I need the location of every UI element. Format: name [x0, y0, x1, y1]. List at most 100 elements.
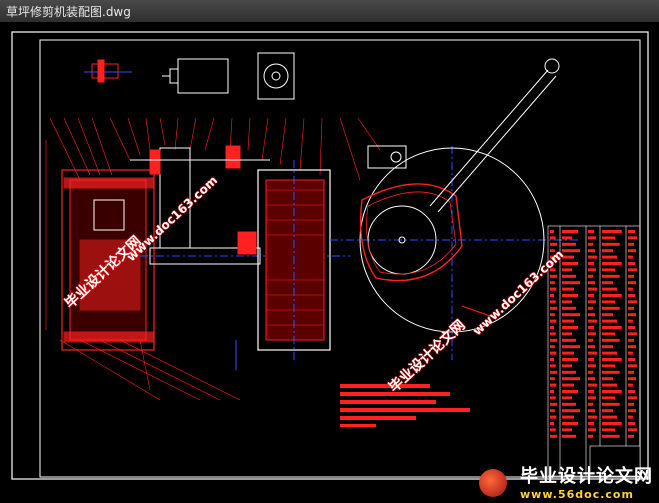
parts-list-cell-mark: [588, 364, 596, 368]
parts-list-cell-mark: [550, 383, 557, 387]
parts-list-cell-mark: [562, 351, 574, 355]
parts-list-cell-mark: [602, 364, 616, 368]
parts-list-cell-mark: [562, 383, 574, 387]
parts-list-cell-mark: [628, 422, 635, 425]
parts-list-cell-mark: [550, 428, 556, 432]
parts-list-cell-mark: [588, 351, 597, 355]
parts-list-cell-mark: [550, 338, 558, 342]
parts-list-cell-mark: [550, 332, 556, 336]
parts-list-cell-mark: [628, 390, 635, 393]
parts-list-cell-mark: [562, 422, 578, 425]
parts-list-cell-mark: [588, 294, 594, 297]
parts-list-cell-mark: [562, 281, 580, 285]
parts-list-cell-mark: [562, 242, 576, 246]
parts-list-cell-mark: [562, 274, 576, 278]
parts-list-cell-mark: [562, 287, 574, 291]
parts-list-cell-mark: [550, 287, 557, 291]
parts-list-cell-mark: [562, 390, 578, 393]
parts-list-cell-mark: [550, 281, 555, 285]
parts-list-cell-mark: [550, 345, 555, 349]
parts-list-cell-mark: [562, 319, 574, 323]
parts-list-cell-mark: [602, 326, 622, 329]
parts-list-cell-mark: [602, 319, 618, 323]
parts-list-cell-mark: [628, 287, 633, 291]
window-title: 草坪修剪机装配图.dwg: [6, 5, 131, 19]
parts-list-cell-mark: [628, 236, 637, 240]
parts-list-cell-mark: [628, 242, 634, 246]
parts-list-cell-mark: [602, 306, 620, 310]
parts-list-cell-mark: [588, 396, 596, 400]
parts-list-cell-mark: [550, 415, 557, 419]
parts-list-cell-mark: [628, 230, 635, 233]
parts-list-cell-mark: [588, 262, 594, 265]
parts-list-cell-mark: [550, 319, 557, 323]
parts-list-cell-mark: [550, 313, 555, 317]
parts-list-cell-mark: [588, 287, 597, 291]
parts-list-cell-mark: [602, 358, 622, 361]
parts-list-cell-mark: [602, 390, 622, 393]
parts-list-cell-mark: [628, 262, 635, 265]
parts-list-cell-mark: [550, 370, 558, 374]
parts-list-cell-mark: [562, 300, 572, 304]
parts-list-cell-mark: [588, 281, 595, 285]
parts-list-cell-mark: [602, 287, 618, 291]
parts-list-cell-mark: [550, 434, 558, 438]
parts-list-cell-mark: [588, 249, 595, 253]
parts-list-cell-mark: [562, 236, 572, 240]
parts-list-cell-mark: [628, 383, 633, 387]
parts-list-cell-mark: [588, 313, 595, 317]
parts-list-cell-mark: [550, 242, 558, 246]
parts-list-cell-mark: [550, 236, 556, 240]
parts-list-cell-mark: [602, 338, 620, 342]
parts-list-cell-mark: [628, 409, 636, 413]
parts-list-cell-mark: [602, 377, 613, 381]
parts-list-cell-mark: [588, 415, 597, 419]
parts-list-cell-mark: [602, 345, 613, 349]
parts-list-cell-mark: [562, 415, 574, 419]
parts-list-cell-mark: [628, 306, 634, 310]
parts-list-cell-mark: [588, 422, 594, 425]
parts-list-cell-mark: [602, 428, 616, 432]
parts-list-cell-mark: [588, 383, 597, 387]
motor-detail-sketch: [162, 52, 295, 100]
parts-list-cell-mark: [628, 396, 637, 400]
parts-list-cell-mark: [588, 236, 596, 240]
parts-list-cell-mark: [602, 332, 616, 336]
parts-list-cell-mark: [628, 326, 635, 329]
drawing-canvas[interactable]: 毕业设计论文网 www.doc163.com 毕业设计论文网 www.doc16…: [0, 22, 659, 503]
parts-list-cell-mark: [550, 364, 556, 368]
parts-list-cell-mark: [550, 306, 558, 310]
parts-list-cell-mark: [550, 294, 554, 297]
parts-list-cell-mark: [588, 326, 594, 329]
parts-list-cell-mark: [628, 351, 633, 355]
parts-list-cell-mark: [562, 358, 578, 361]
parts-list-cell-mark: [562, 268, 572, 272]
parts-list-cell-mark: [550, 402, 558, 406]
parts-list-cell-mark: [628, 358, 635, 361]
parts-list-cell-mark: [588, 306, 593, 310]
parts-list-cell-mark: [628, 281, 636, 285]
parts-list-cell-mark: [562, 402, 576, 406]
parts-list-cell-mark: [602, 402, 620, 406]
parts-list-cell-mark: [628, 249, 636, 253]
parts-list-cell-mark: [602, 236, 616, 240]
parts-list-cell-mark: [588, 370, 593, 374]
parts-list-cell-mark: [602, 300, 616, 304]
parts-list-cell-mark: [628, 428, 637, 432]
parts-list-cell-mark: [588, 274, 593, 278]
parts-list-cell-mark: [602, 434, 620, 438]
parts-list-cell-mark: [550, 274, 558, 278]
parts-list-cell-mark: [602, 396, 616, 400]
parts-list-cell-mark: [562, 326, 578, 329]
parts-list-cell-mark: [602, 415, 618, 419]
window-titlebar[interactable]: 草坪修剪机装配图.dwg: [0, 0, 659, 23]
parts-list-cell-mark: [562, 313, 580, 317]
parts-list-cell-mark: [588, 358, 594, 361]
parts-list-cell-mark: [588, 242, 593, 246]
main-assembly: [45, 117, 381, 401]
parts-list-cell-mark: [628, 364, 637, 368]
parts-list-cell-mark: [628, 294, 635, 297]
parts-list-cell-mark: [562, 364, 572, 368]
parts-list-cell-mark: [588, 409, 595, 413]
footer-brand-name: 毕业设计论文网: [520, 466, 653, 487]
